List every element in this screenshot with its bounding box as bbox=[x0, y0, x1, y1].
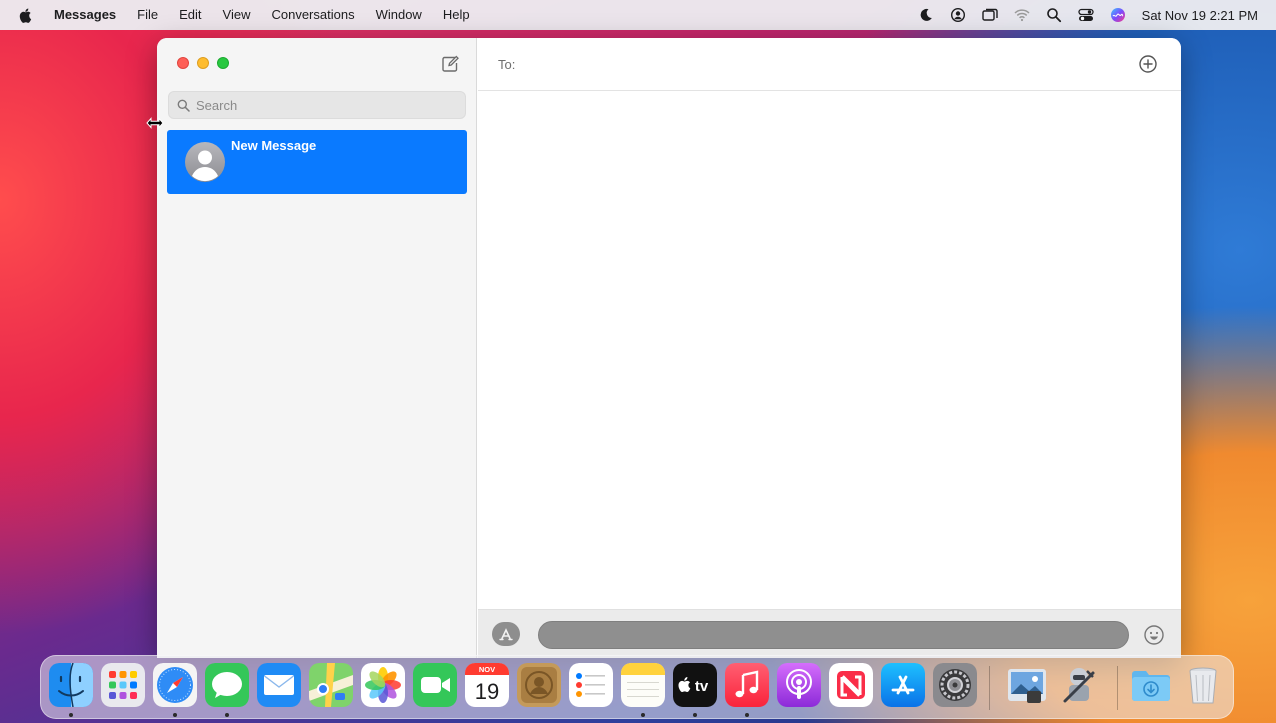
dock-app-store-icon[interactable] bbox=[881, 663, 925, 707]
recipient-bar[interactable]: To: bbox=[478, 38, 1181, 91]
dock-news-icon[interactable] bbox=[829, 663, 873, 707]
dock-finder-icon[interactable] bbox=[49, 663, 93, 707]
user-circle-icon[interactable] bbox=[950, 7, 966, 23]
running-indicator bbox=[173, 713, 177, 717]
dock-trash-icon[interactable] bbox=[1181, 663, 1225, 707]
message-compose-bar bbox=[478, 609, 1181, 658]
conversation-item-new-message[interactable]: New Message bbox=[167, 130, 467, 194]
menu-bar: Messages File Edit View Conversations Wi… bbox=[0, 0, 1276, 30]
wifi-icon[interactable] bbox=[1014, 7, 1030, 23]
menu-bar-status-area: Sat Nov 19 2:21 PM bbox=[902, 0, 1258, 30]
conversation-sidebar: New Message bbox=[157, 38, 477, 658]
menu-file[interactable]: File bbox=[137, 0, 158, 30]
calendar-month-text: NOV bbox=[479, 665, 495, 674]
menu-help[interactable]: Help bbox=[443, 0, 470, 30]
menu-conversations[interactable]: Conversations bbox=[271, 0, 354, 30]
add-recipient-icon[interactable] bbox=[1138, 54, 1158, 74]
dock-contacts-icon[interactable] bbox=[517, 663, 561, 707]
dock-system-preferences-icon[interactable] bbox=[933, 663, 977, 707]
dock-reminders-icon[interactable] bbox=[569, 663, 613, 707]
dock-separator bbox=[989, 666, 990, 710]
dock-separator bbox=[1117, 666, 1118, 710]
dock-music-icon[interactable] bbox=[725, 663, 769, 707]
message-input[interactable] bbox=[538, 621, 1129, 649]
avatar-icon bbox=[185, 142, 225, 182]
siri-icon[interactable] bbox=[1110, 7, 1126, 23]
dock-calendar-icon[interactable]: NOV 19 bbox=[465, 663, 509, 707]
conversation-title: New Message bbox=[231, 138, 317, 153]
to-label: To: bbox=[498, 56, 516, 72]
dock-podcasts-icon[interactable] bbox=[777, 663, 821, 707]
dock-safari-icon[interactable] bbox=[153, 663, 197, 707]
window-controls bbox=[177, 57, 237, 69]
menu-window[interactable]: Window bbox=[376, 0, 422, 30]
dock-messages-icon[interactable] bbox=[205, 663, 249, 707]
app-store-apps-icon[interactable] bbox=[492, 622, 520, 646]
dock-facetime-icon[interactable] bbox=[413, 663, 457, 707]
menu-edit[interactable]: Edit bbox=[179, 0, 201, 30]
search-input[interactable] bbox=[196, 97, 446, 113]
running-indicator bbox=[69, 713, 73, 717]
menu-bar-clock[interactable]: Sat Nov 19 2:21 PM bbox=[1142, 8, 1258, 23]
compose-icon[interactable] bbox=[440, 54, 460, 74]
running-indicator bbox=[641, 713, 645, 717]
dock-automator-icon[interactable] bbox=[1057, 663, 1101, 707]
dock-maps-icon[interactable] bbox=[309, 663, 353, 707]
running-indicator bbox=[225, 713, 229, 717]
resize-cursor-icon bbox=[146, 117, 164, 129]
emoji-icon[interactable] bbox=[1143, 624, 1165, 646]
dock-mail-icon[interactable] bbox=[257, 663, 301, 707]
close-window-button[interactable] bbox=[177, 57, 189, 69]
screen-mirroring-icon[interactable] bbox=[981, 7, 998, 23]
menu-view[interactable]: View bbox=[223, 0, 251, 30]
conversation-pane: To: bbox=[478, 38, 1181, 658]
calendar-day-text: 19 bbox=[475, 679, 499, 704]
spotlight-search-icon[interactable] bbox=[1046, 7, 1062, 23]
menu-app-messages[interactable]: Messages bbox=[54, 0, 116, 30]
messages-window: New Message To: bbox=[157, 38, 1181, 658]
dock-preview-icon[interactable] bbox=[1005, 663, 1049, 707]
search-icon bbox=[177, 99, 190, 112]
dock-downloads-folder-icon[interactable] bbox=[1129, 663, 1173, 707]
dock-notes-icon[interactable] bbox=[621, 663, 665, 707]
zoom-window-button[interactable] bbox=[217, 57, 229, 69]
dock-tv-icon[interactable]: tv bbox=[673, 663, 717, 707]
running-indicator bbox=[693, 713, 697, 717]
minimize-window-button[interactable] bbox=[197, 57, 209, 69]
dock: NOV 19 tv bbox=[40, 655, 1234, 719]
apple-logo-icon[interactable] bbox=[18, 7, 34, 23]
search-field[interactable] bbox=[168, 91, 466, 119]
running-indicator bbox=[745, 713, 749, 717]
control-center-icon[interactable] bbox=[1078, 7, 1094, 23]
tv-label-text: tv bbox=[695, 678, 709, 695]
dock-launchpad-icon[interactable] bbox=[101, 663, 145, 707]
moon-icon[interactable] bbox=[918, 7, 934, 23]
dock-photos-icon[interactable] bbox=[361, 663, 405, 707]
